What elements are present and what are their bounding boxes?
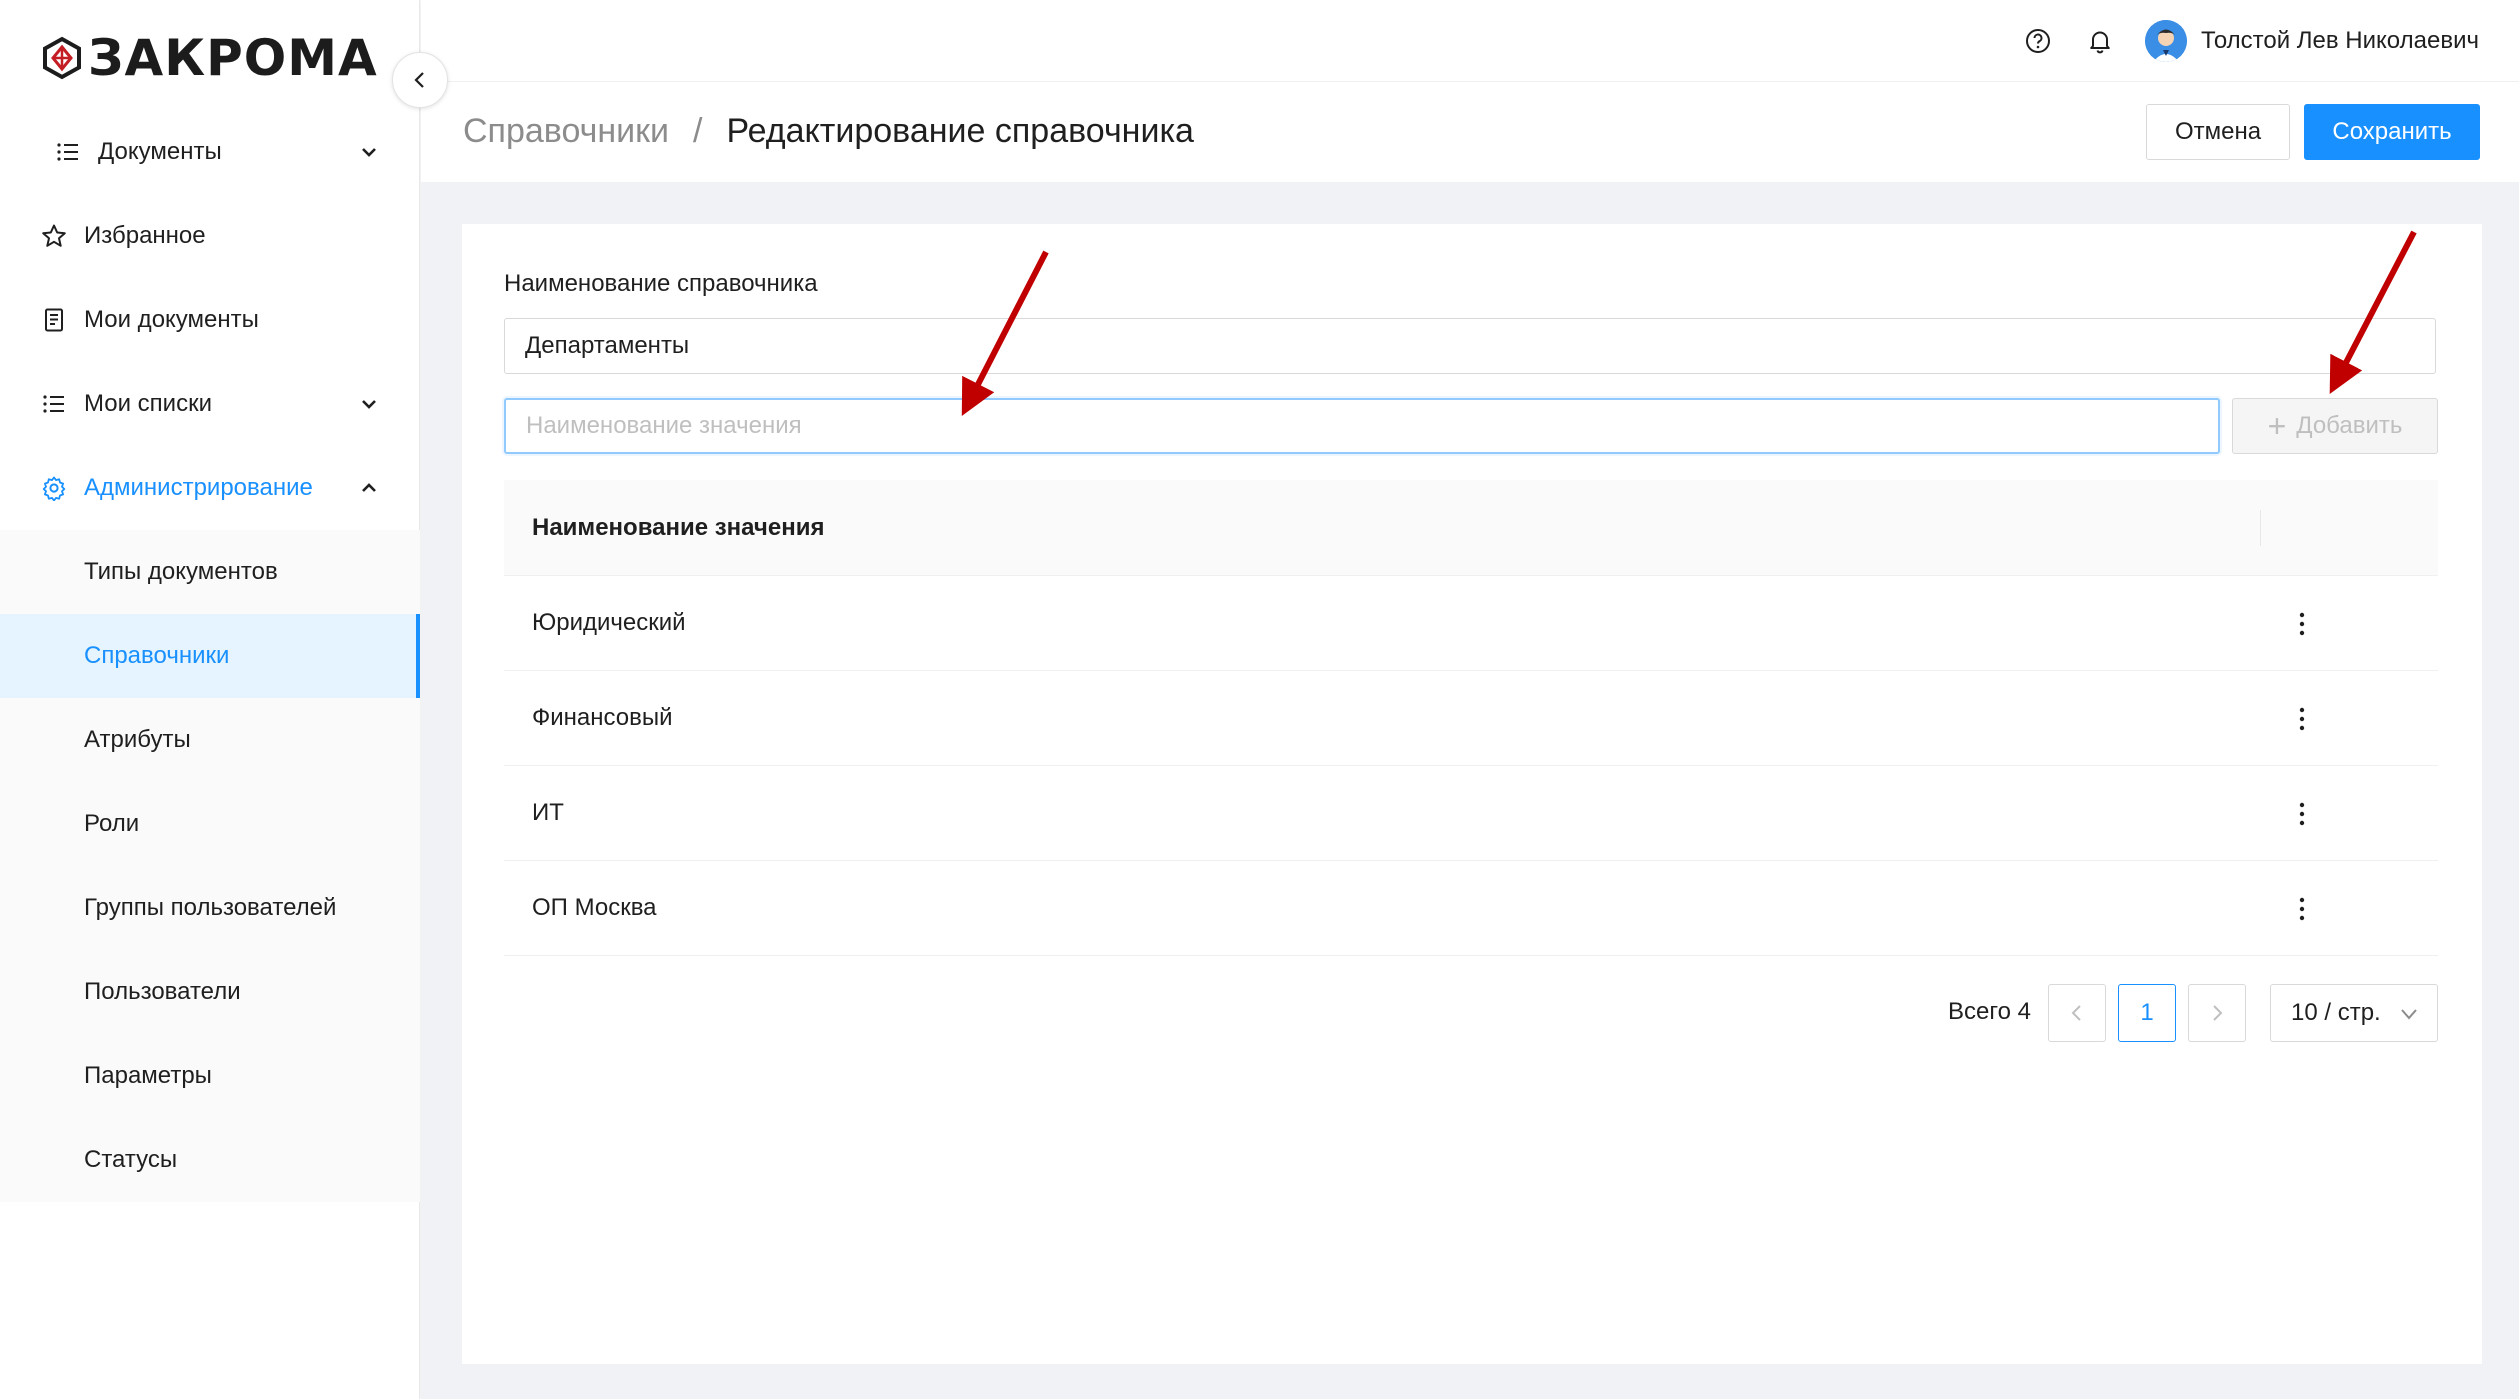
more-vertical-icon[interactable] [2284, 796, 2320, 832]
user-avatar-icon [2145, 20, 2188, 62]
sidebar-item-my-documents[interactable]: Мои документы [0, 278, 420, 362]
dictionary-edit-card: Наименование справочника + Добавить Наим… [462, 224, 2482, 1364]
user-name[interactable]: Толстой Лев Николаевич [2201, 27, 2479, 55]
chevron-down-icon [362, 400, 376, 409]
sidebar-item-label: Документы [98, 138, 222, 165]
avatar[interactable] [2145, 20, 2188, 62]
page-size-value: 10 / стр. [2291, 999, 2381, 1026]
next-page-button[interactable] [2188, 984, 2246, 1042]
page-header: Справочники / Редактирование справочника… [421, 82, 2519, 182]
add-value-label: Добавить [2296, 412, 2403, 439]
breadcrumb-link-dictionaries[interactable]: Справочники [463, 112, 669, 151]
sidebar-item-favorites[interactable]: Избранное [0, 194, 420, 278]
sidebar-item-label: Мои документы [84, 306, 259, 333]
dictionary-name-label: Наименование справочника [504, 270, 818, 297]
sidebar-collapse-button[interactable] [392, 52, 448, 108]
bell-icon[interactable] [2075, 16, 2125, 66]
chevron-down-icon [362, 148, 376, 157]
row-value-name: Финансовый [532, 704, 673, 731]
star-icon [40, 222, 68, 250]
sidebar-item-label: Избранное [84, 222, 206, 249]
save-button[interactable]: Сохранить [2304, 104, 2480, 160]
add-value-button[interactable]: + Добавить [2232, 398, 2438, 454]
help-icon[interactable] [2013, 16, 2063, 66]
breadcrumb-separator: / [692, 112, 703, 150]
sidebar-item-users[interactable]: Пользователи [0, 950, 420, 1034]
sidebar-item-roles[interactable]: Роли [0, 782, 420, 866]
sidebar-item-label: Администрирование [84, 474, 313, 501]
logo-icon [43, 36, 81, 80]
table-header: Наименование значения [504, 480, 2438, 576]
sidebar-item-documents[interactable]: Документы [0, 110, 420, 194]
page-title: Редактирование справочника [726, 112, 1194, 150]
value-name-input[interactable] [504, 398, 2220, 454]
logo[interactable]: ЗАКРОМА [40, 29, 378, 87]
chevron-down-icon [2401, 1009, 2417, 1020]
pagination: Всего 4 1 10 / стр. [462, 984, 2438, 1042]
plus-icon: + [2267, 408, 2287, 444]
sidebar-item-user-groups[interactable]: Группы пользователей [0, 866, 420, 950]
page-size-select[interactable]: 10 / стр. [2270, 984, 2438, 1042]
list-icon [40, 390, 68, 418]
sidebar-item-label: Мои списки [84, 390, 212, 417]
sidebar-item-statuses[interactable]: Статусы [0, 1118, 420, 1202]
list-icon [54, 138, 82, 166]
breadcrumb: Справочники / Редактирование справочника [463, 112, 1194, 151]
chevron-left-icon [414, 72, 424, 88]
more-vertical-icon[interactable] [2284, 701, 2320, 737]
column-header-value-name[interactable]: Наименование значения [504, 514, 824, 542]
sidebar-item-attributes[interactable]: Атрибуты [0, 698, 420, 782]
logo-text: ЗАКРОМА [88, 29, 378, 87]
top-bar: Толстой Лев Николаевич [421, 0, 2519, 82]
top-actions: Толстой Лев Николаевич [2013, 16, 2479, 66]
document-icon [40, 306, 68, 334]
column-divider [2260, 510, 2261, 546]
gear-icon [40, 474, 68, 502]
chevron-up-icon [362, 483, 376, 492]
sidebar: ЗАКРОМА Документы Избранное Мои документ… [0, 0, 420, 1399]
sidebar-item-document-types[interactable]: Типы документов [0, 530, 420, 614]
row-value-name: ОП Москва [532, 894, 657, 921]
sidebar-item-parameters[interactable]: Параметры [0, 1034, 420, 1118]
chevron-right-icon [2213, 1005, 2223, 1021]
table-row: Финансовый [504, 671, 2438, 766]
pagination-total: Всего 4 [1948, 998, 2031, 1025]
table-row: Юридический [504, 576, 2438, 671]
sidebar-item-dictionaries[interactable]: Справочники [0, 614, 420, 698]
dictionary-name-input[interactable] [504, 318, 2436, 374]
values-table: Наименование значения Юридический Финанс… [504, 480, 2438, 956]
cancel-button[interactable]: Отмена [2146, 104, 2290, 160]
table-row: ИТ [504, 766, 2438, 861]
row-value-name: ИТ [532, 799, 564, 826]
table-row: ОП Москва [504, 861, 2438, 956]
sidebar-nav: Документы Избранное Мои документы Мои сп… [0, 110, 420, 1202]
row-value-name: Юридический [532, 609, 686, 636]
chevron-left-icon [2071, 1005, 2081, 1021]
sidebar-item-my-lists[interactable]: Мои списки [0, 362, 420, 446]
admin-submenu: Типы документов Справочники Атрибуты Рол… [0, 530, 420, 1202]
sidebar-item-administration[interactable]: Администрирование [0, 446, 420, 530]
more-vertical-icon[interactable] [2284, 606, 2320, 642]
more-vertical-icon[interactable] [2284, 891, 2320, 927]
page-number-button[interactable]: 1 [2118, 984, 2176, 1042]
prev-page-button[interactable] [2048, 984, 2106, 1042]
